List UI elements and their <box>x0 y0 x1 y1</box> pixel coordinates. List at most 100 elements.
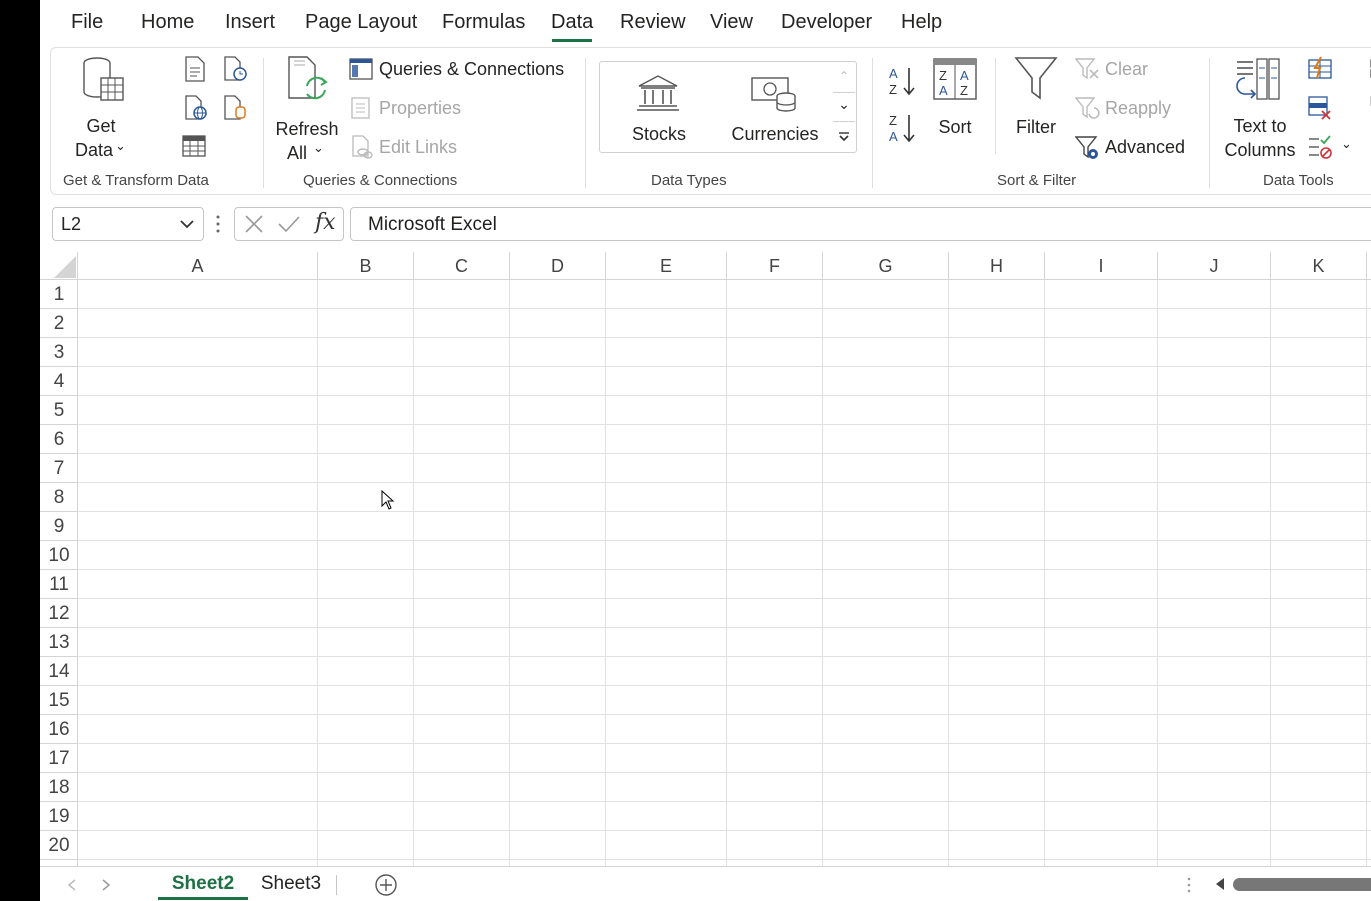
text-to-columns-button[interactable]: Text to Columns <box>1221 56 1299 156</box>
tab-insert[interactable]: Insert <box>225 11 275 34</box>
more-options-icon[interactable] <box>215 214 221 234</box>
grid-column-line <box>317 280 318 866</box>
column-header[interactable]: C <box>414 252 510 280</box>
reapply-button[interactable]: Reapply <box>1075 96 1185 122</box>
gallery-expand[interactable] <box>833 121 855 152</box>
row-header[interactable]: 2 <box>40 309 78 338</box>
worksheet-grid[interactable]: ABCDEFGHIJK 1234567891011121314151617181… <box>40 252 1371 866</box>
row-header[interactable]: 13 <box>40 628 78 657</box>
enter-check-icon[interactable] <box>277 214 301 234</box>
row-header[interactable]: 19 <box>40 802 78 831</box>
tab-file[interactable]: File <box>71 11 103 34</box>
tab-view[interactable]: View <box>710 11 753 34</box>
queries-connections-button[interactable]: Queries & Connections <box>349 57 569 83</box>
column-header[interactable]: E <box>606 252 727 280</box>
filter-button[interactable]: Filter <box>1006 56 1066 136</box>
row-header[interactable]: 7 <box>40 454 78 483</box>
database-table-icon <box>81 56 127 106</box>
tab-developer[interactable]: Developer <box>781 11 872 34</box>
refresh-icon <box>285 56 331 104</box>
row-header[interactable]: 15 <box>40 686 78 715</box>
grid-row-line <box>78 743 1371 744</box>
sort-label: Sort <box>927 117 983 138</box>
text-to-columns-label-1: Text to <box>1221 116 1299 137</box>
properties-button[interactable]: Properties <box>349 96 479 122</box>
tab-review[interactable]: Review <box>620 11 686 34</box>
row-header[interactable]: 4 <box>40 367 78 396</box>
chevron-down-icon[interactable] <box>179 219 195 229</box>
row-header[interactable]: 20 <box>40 831 78 860</box>
row-header[interactable]: 10 <box>40 541 78 570</box>
data-types-gallery: Stocks Currencies <box>599 61 857 153</box>
row-header[interactable]: 17 <box>40 744 78 773</box>
row-header[interactable]: 3 <box>40 338 78 367</box>
sheet-tab-sheet3[interactable]: Sheet3 <box>251 870 331 900</box>
column-header[interactable]: H <box>949 252 1045 280</box>
clear-button[interactable]: Clear <box>1075 57 1175 83</box>
row-header[interactable]: 1 <box>40 280 78 309</box>
gallery-scroll-down[interactable]: ⌄ <box>833 92 855 121</box>
sort-button[interactable]: Z A A Z Sort <box>927 56 983 136</box>
grid-row-line <box>78 627 1371 628</box>
column-header[interactable]: K <box>1271 252 1367 280</box>
scroll-left-icon[interactable] <box>1214 877 1226 891</box>
row-header[interactable]: 9 <box>40 512 78 541</box>
add-sheet-icon[interactable] <box>374 873 398 897</box>
row-header[interactable]: 6 <box>40 425 78 454</box>
ribbon-separator <box>995 58 996 154</box>
column-header[interactable]: A <box>78 252 318 280</box>
edit-links-button[interactable]: Edit Links <box>349 135 479 161</box>
scroll-tabs-left-icon[interactable] <box>67 879 77 891</box>
row-header[interactable]: 5 <box>40 396 78 425</box>
advanced-button[interactable]: Advanced <box>1075 135 1195 161</box>
row-header[interactable]: 14 <box>40 657 78 686</box>
column-header[interactable]: I <box>1045 252 1158 280</box>
tab-help[interactable]: Help <box>901 11 942 34</box>
tab-home[interactable]: Home <box>141 11 194 34</box>
tab-formulas[interactable]: Formulas <box>442 11 525 34</box>
tab-page-layout[interactable]: Page Layout <box>305 11 417 34</box>
chevron-down-icon: ⌄ <box>115 138 126 154</box>
get-data-button[interactable]: Get Data ⌄ <box>71 56 131 156</box>
row-header[interactable]: 11 <box>40 570 78 599</box>
properties-label: Properties <box>379 98 461 119</box>
recent-sources-icon[interactable] <box>222 56 248 82</box>
from-web-icon[interactable] <box>183 95 209 121</box>
remove-duplicates-icon[interactable] <box>1307 95 1333 121</box>
formula-input[interactable]: Microsoft Excel <box>350 207 1371 241</box>
from-text-csv-icon[interactable] <box>183 56 207 82</box>
column-header[interactable]: B <box>318 252 414 280</box>
column-header[interactable]: G <box>823 252 949 280</box>
stocks-button[interactable]: Stocks <box>614 68 704 146</box>
queries-pane-icon <box>349 58 373 80</box>
ribbon-separator <box>585 58 586 188</box>
refresh-all-button[interactable]: Refresh All ⌄ <box>273 56 341 156</box>
cancel-icon[interactable] <box>244 214 264 234</box>
column-header[interactable]: J <box>1158 252 1271 280</box>
bank-building-icon <box>636 74 680 112</box>
row-header[interactable]: 18 <box>40 773 78 802</box>
currencies-button[interactable]: Currencies <box>724 68 826 146</box>
row-header[interactable]: 12 <box>40 599 78 628</box>
select-all-corner[interactable] <box>40 252 78 280</box>
sheet-tab-sheet2[interactable]: Sheet2 <box>158 870 248 900</box>
flash-fill-icon[interactable] <box>1307 56 1333 80</box>
name-box[interactable]: L2 <box>52 207 204 241</box>
gallery-scroll-up[interactable]: ⌃ <box>833 62 855 90</box>
sort-ascending-icon[interactable]: A Z <box>887 65 917 97</box>
splitter-dots-icon[interactable] <box>1187 877 1191 893</box>
data-validation-icon[interactable] <box>1307 134 1335 160</box>
from-table-range-icon[interactable] <box>181 134 207 158</box>
existing-connections-icon[interactable] <box>222 95 248 121</box>
insert-function-icon[interactable]: fx <box>315 210 336 235</box>
sort-descending-icon[interactable]: Z A <box>887 112 917 144</box>
group-label-sort-filter: Sort & Filter <box>997 172 1076 189</box>
chevron-down-icon[interactable]: ⌄ <box>1341 136 1352 152</box>
row-header[interactable]: 16 <box>40 715 78 744</box>
tab-data[interactable]: Data <box>551 11 593 34</box>
column-header[interactable]: D <box>510 252 606 280</box>
scroll-tabs-right-icon[interactable] <box>101 879 111 891</box>
column-header[interactable]: F <box>727 252 823 280</box>
row-header[interactable]: 8 <box>40 483 78 512</box>
horizontal-scrollbar-thumb[interactable] <box>1233 878 1371 891</box>
